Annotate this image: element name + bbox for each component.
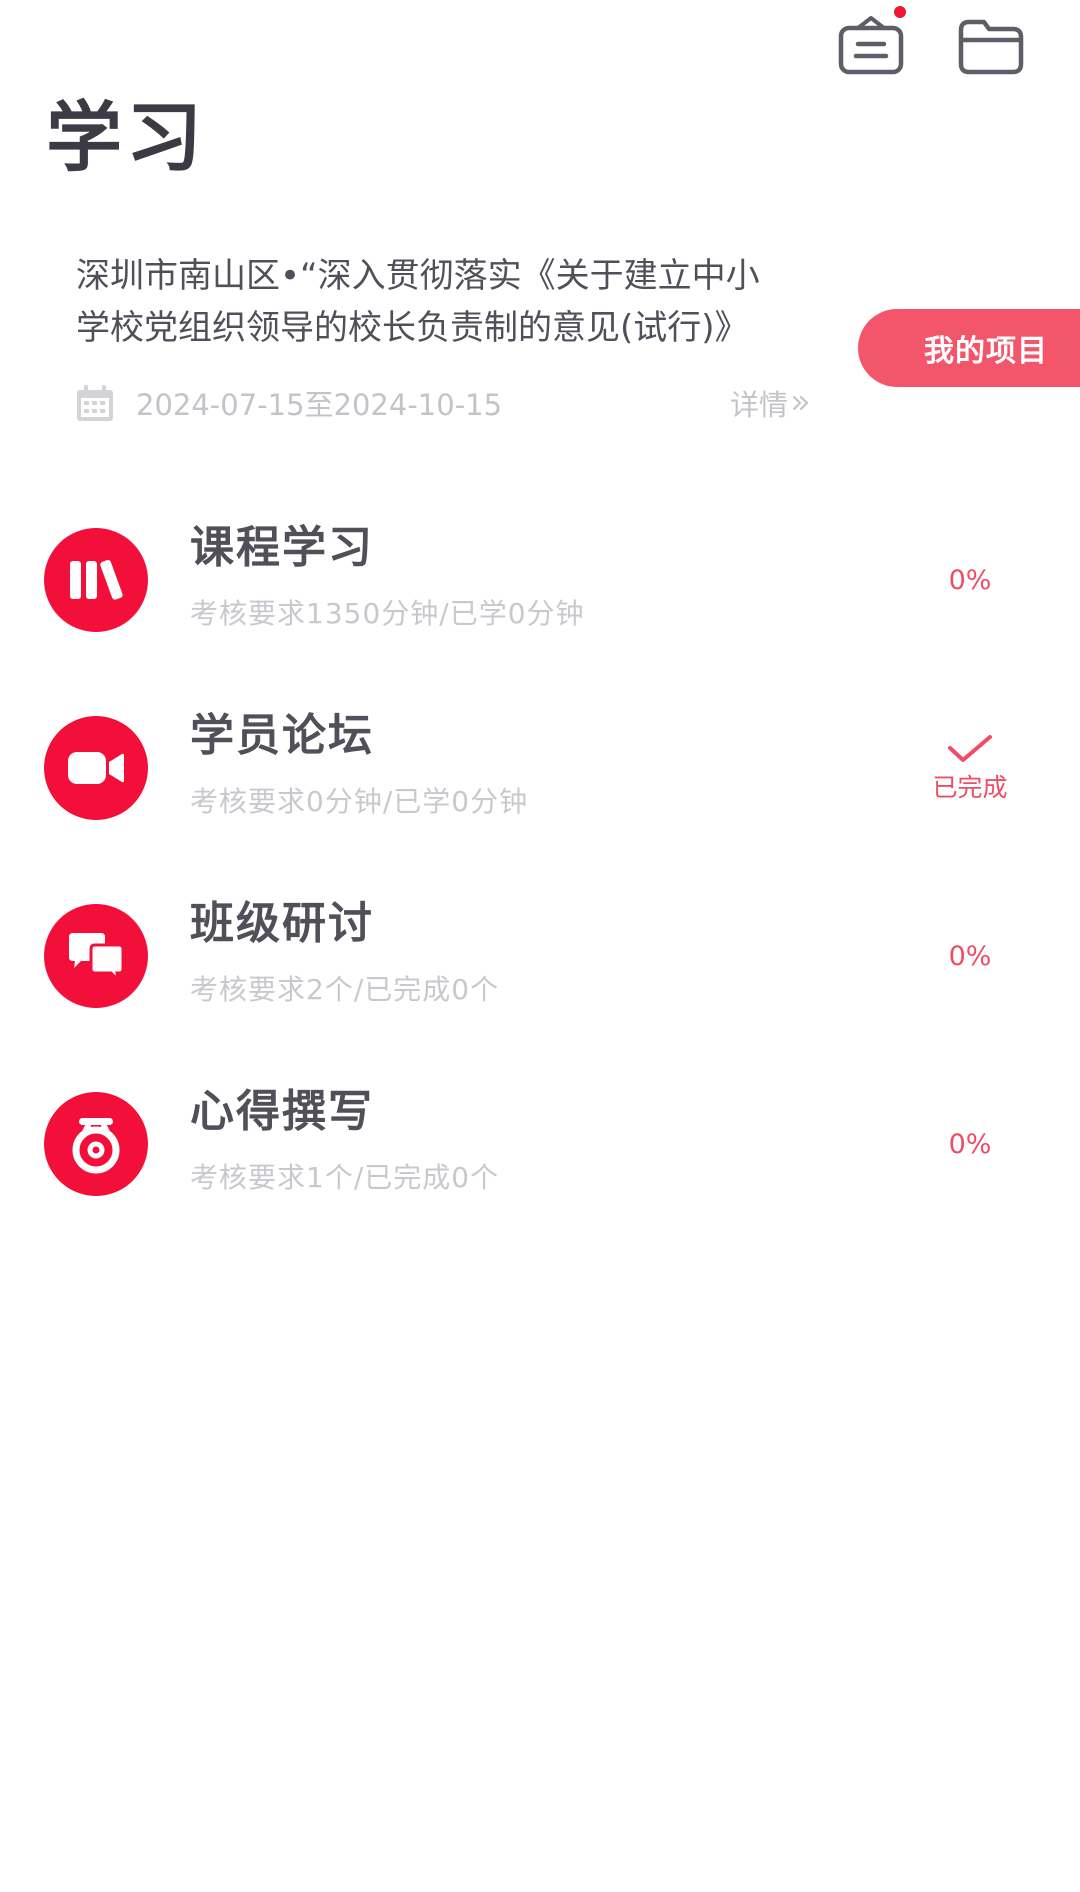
chat-bubbles-icon [69,933,125,983]
task-item-class-discussion[interactable]: 班级研讨 考核要求2个/已完成0个 0% [0,886,1080,1026]
project-date-row: 2024-07-15至2024-10-15 详情 [76,380,810,426]
books-icon [70,559,123,600]
task-requirement: 考核要求1个/已完成0个 [190,1161,500,1194]
task-completed-label: 已完成 [932,773,1008,802]
task-requirement: 考核要求1350分钟/已学0分钟 [190,597,585,630]
calendar-icon [77,385,113,421]
task-title: 学员论坛 [190,710,374,761]
task-progress-percent: 0% [948,564,992,596]
notification-dot [894,6,906,18]
inbox-icon [838,16,904,75]
task-status: 已完成 [920,728,1020,808]
task-icon-container [44,716,148,820]
task-item-student-forum[interactable]: 学员论坛 考核要求0分钟/已学0分钟 已完成 [0,698,1080,838]
project-card[interactable]: 深圳市南山区•“深入贯彻落实《关于建立中小 学校党组织领导的校长负责制的意见(试… [76,250,816,354]
task-item-reflection-writing[interactable]: 心得撰写 考核要求1个/已完成0个 0% [0,1074,1080,1214]
detail-link-label: 详情 [729,388,788,422]
task-icon-container [44,528,148,632]
page-title: 学习 [46,93,206,182]
inbox-button[interactable] [836,8,906,78]
task-progress-percent: 0% [948,1128,992,1160]
task-icon-container [44,1092,148,1196]
checkmark-icon [948,735,992,762]
medal-icon [72,1118,120,1174]
task-title: 班级研讨 [190,898,374,949]
detail-link[interactable]: 详情 [730,382,810,424]
project-title-line1: 深圳市南山区•“深入贯彻落实《关于建立中小 [76,256,760,296]
task-requirement: 考核要求2个/已完成0个 [190,973,500,1006]
task-progress-percent: 0% [948,940,992,972]
folder-button[interactable] [956,8,1026,78]
task-status: 0% [920,916,1020,996]
task-title: 心得撰写 [190,1086,374,1137]
project-date-range: 2024-07-15至2024-10-15 [136,388,503,422]
my-project-button[interactable]: 我的项目 [858,309,1080,387]
task-icon-container [44,904,148,1008]
task-status: 0% [920,540,1020,620]
task-title: 课程学习 [190,522,374,573]
task-item-course-study[interactable]: 课程学习 考核要求1350分钟/已学0分钟 0% [0,510,1080,650]
task-status: 0% [920,1104,1020,1184]
project-title-line2: 学校党组织领导的校长负责制的意见(试行)》 [76,308,749,348]
double-chevron-right-icon [792,395,809,411]
video-camera-icon [68,752,124,784]
folder-icon [958,19,1024,75]
task-requirement: 考核要求0分钟/已学0分钟 [190,785,529,818]
